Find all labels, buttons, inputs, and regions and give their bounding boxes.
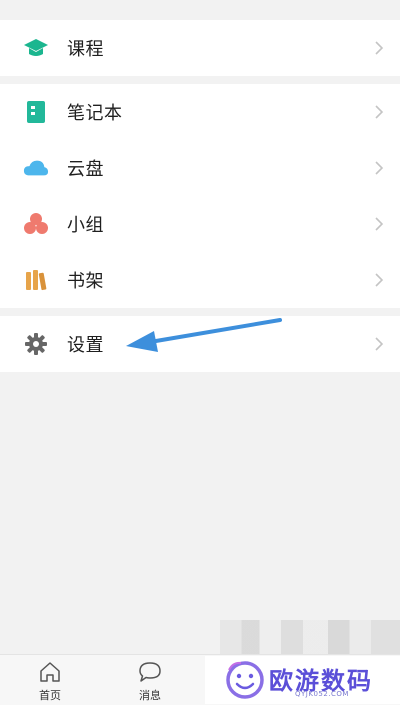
notebook-icon [23,99,49,125]
chevron-right-icon [370,215,388,233]
tab-home[interactable]: 首页 [15,655,85,705]
course-group: 课程 [0,20,400,76]
chevron-right-icon [370,39,388,57]
menu-item-group[interactable]: 小组 [0,196,400,252]
content-group: 笔记本 云盘 小组 书架 [0,84,400,308]
menu-item-notebook[interactable]: 笔记本 [0,84,400,140]
watermark: 欧游数码 QYJK052.COM [205,656,400,704]
menu-item-bookshelf[interactable]: 书架 [0,252,400,308]
tab-label: 消息 [139,689,161,702]
menu-item-settings[interactable]: 设置 [0,316,400,372]
gear-icon [23,331,49,357]
menu-item-label: 课程 [67,39,104,60]
chat-bubble-icon [138,661,162,683]
group-icon [23,211,49,237]
cloud-icon [23,155,49,181]
chevron-right-icon [370,159,388,177]
menu-item-label: 设置 [67,335,104,356]
blurred-region [220,620,400,656]
settings-group: 设置 [0,316,400,372]
graduation-cap-icon [23,35,49,61]
tab-label: 首页 [39,689,61,702]
watermark-subtitle: QYJK052.COM [295,690,349,698]
chevron-right-icon [370,103,388,121]
watermark-logo-icon [225,660,265,700]
chevron-right-icon [370,271,388,289]
menu-item-cloud[interactable]: 云盘 [0,140,400,196]
menu-item-label: 小组 [67,215,104,236]
menu-item-label: 笔记本 [67,103,123,124]
chevron-right-icon [370,335,388,353]
tab-messages[interactable]: 消息 [115,655,185,705]
menu-item-course[interactable]: 课程 [0,20,400,76]
menu-item-label: 云盘 [67,159,104,180]
menu-item-label: 书架 [67,271,104,292]
home-icon [38,661,62,683]
bookshelf-icon [23,267,49,293]
